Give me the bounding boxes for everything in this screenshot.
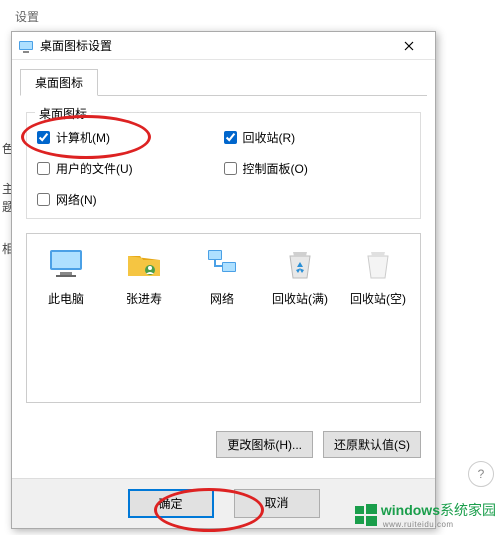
icon-user-folder-label: 张进寿	[113, 290, 175, 307]
checkbox-network-input[interactable]	[37, 193, 50, 206]
background-settings-label: 设置	[15, 8, 39, 25]
icon-this-pc-label: 此电脑	[35, 290, 97, 307]
checkbox-recyclebin-input[interactable]	[224, 131, 237, 144]
checkbox-controlpanel-input[interactable]	[224, 162, 237, 175]
icon-recycle-empty[interactable]: 回收站(空)	[347, 244, 409, 307]
app-icon	[18, 38, 34, 54]
icon-user-folder[interactable]: 张进寿	[113, 244, 175, 307]
recycle-empty-icon	[358, 244, 398, 284]
restore-default-button[interactable]: 还原默认值(S)	[323, 431, 421, 458]
checkbox-controlpanel-label: 控制面板(O)	[243, 160, 308, 177]
checkbox-computer[interactable]: 计算机(M)	[37, 129, 224, 146]
titlebar: 桌面图标设置	[12, 32, 435, 60]
user-folder-icon	[124, 244, 164, 284]
checkbox-computer-label: 计算机(M)	[56, 129, 110, 146]
icon-recycle-full-label: 回收站(满)	[269, 290, 331, 307]
help-button[interactable]: ?	[468, 461, 494, 487]
icon-recycle-full[interactable]: 回收站(满)	[269, 244, 331, 307]
desktop-icon-settings-dialog: 桌面图标设置 桌面图标 桌面图标 计算机(M) 回收站(R) 用户	[11, 31, 436, 529]
checkbox-userfiles-label: 用户的文件(U)	[56, 160, 133, 177]
tab-strip: 桌面图标	[12, 60, 435, 96]
checkbox-recyclebin[interactable]: 回收站(R)	[224, 129, 411, 146]
network-icon	[202, 244, 242, 284]
checkbox-userfiles-input[interactable]	[37, 162, 50, 175]
icon-preview-box: 此电脑 张进寿 网络	[26, 233, 421, 403]
ok-button[interactable]: 确定	[128, 489, 214, 518]
checkbox-userfiles[interactable]: 用户的文件(U)	[37, 160, 224, 177]
checkbox-computer-input[interactable]	[37, 131, 50, 144]
watermark: windows系统家园 www.ruiteidu.com	[355, 500, 496, 529]
checkbox-network[interactable]: 网络(N)	[37, 191, 224, 208]
dialog-title: 桌面图标设置	[40, 37, 389, 54]
checkbox-recyclebin-label: 回收站(R)	[243, 129, 296, 146]
close-button[interactable]	[389, 33, 429, 59]
icon-network-label: 网络	[191, 290, 253, 307]
checkbox-network-label: 网络(N)	[56, 191, 97, 208]
recycle-full-icon	[280, 244, 320, 284]
watermark-url: www.ruiteidu.com	[383, 520, 496, 529]
windows-logo-icon	[355, 504, 377, 526]
monitor-icon	[46, 244, 86, 284]
cancel-button[interactable]: 取消	[234, 489, 320, 518]
checkbox-controlpanel[interactable]: 控制面板(O)	[224, 160, 411, 177]
desktop-icons-group: 桌面图标 计算机(M) 回收站(R) 用户的文件(U) 控制面板(O)	[26, 112, 421, 219]
watermark-brand: windows	[381, 502, 440, 518]
change-icon-button[interactable]: 更改图标(H)...	[216, 431, 313, 458]
watermark-tagline: 系统家园	[440, 502, 496, 518]
icon-network[interactable]: 网络	[191, 244, 253, 307]
group-legend: 桌面图标	[35, 105, 91, 122]
icon-this-pc[interactable]: 此电脑	[35, 244, 97, 307]
icon-recycle-empty-label: 回收站(空)	[347, 290, 409, 307]
tab-desktop-icons[interactable]: 桌面图标	[20, 69, 98, 96]
